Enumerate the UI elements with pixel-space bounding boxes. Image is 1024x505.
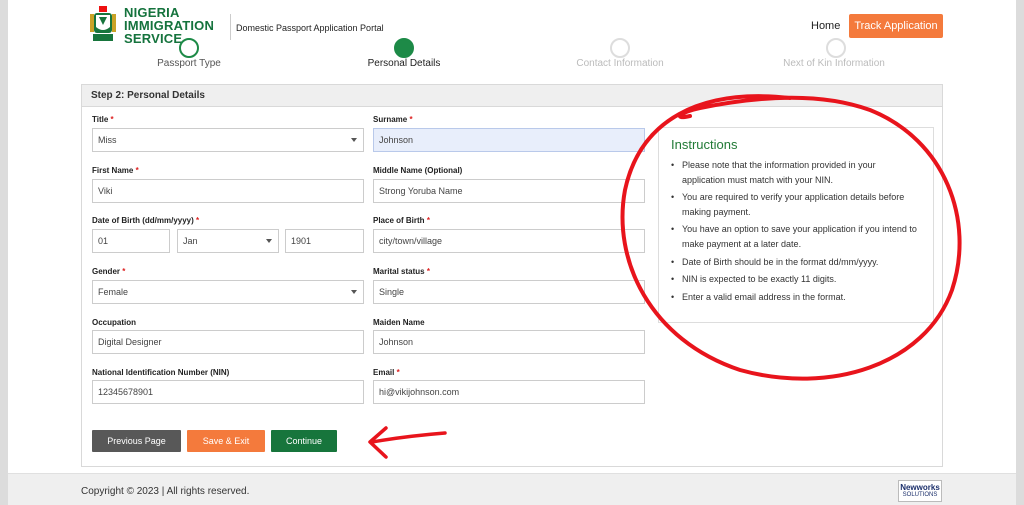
save-exit-button[interactable]: Save & Exit xyxy=(187,430,265,452)
nis-logo[interactable]: NIGERIA IMMIGRATION SERVICE xyxy=(88,4,238,46)
progress-stepper: Passport Type Personal Details Contact I… xyxy=(8,38,1016,70)
gender-label: Gender * xyxy=(92,267,126,276)
vendor-logo[interactable]: Newworks SOLUTIONS xyxy=(898,480,942,502)
step-indicator-passport-type xyxy=(179,38,199,58)
track-application-button[interactable]: Track Application xyxy=(849,14,943,38)
nin-label: National Identification Number (NIN) xyxy=(92,368,230,377)
occupation-input[interactable]: Digital Designer xyxy=(92,330,364,354)
title-select[interactable]: Miss xyxy=(92,128,364,152)
instructions-panel: Instructions Please note that the inform… xyxy=(658,127,934,323)
middle-name-input[interactable]: Strong Yoruba Name xyxy=(373,179,645,203)
step-indicator-personal-details xyxy=(394,38,414,58)
chevron-down-icon xyxy=(351,290,357,294)
dob-month-select[interactable]: Jan xyxy=(177,229,279,253)
header-divider xyxy=(230,14,231,40)
email-input[interactable]: hi@vikijohnson.com xyxy=(373,380,645,404)
site-footer: Copyright © 2023 | All rights reserved. … xyxy=(8,473,1016,505)
step-next-of-kin[interactable]: Next of Kin Information xyxy=(764,58,904,69)
first-name-label: First Name * xyxy=(92,166,139,175)
step-indicator-next-of-kin xyxy=(826,38,846,58)
instruction-item: NIN is expected to be exactly 11 digits. xyxy=(671,272,921,287)
marital-status-select[interactable]: Single xyxy=(373,280,645,304)
place-of-birth-label: Place of Birth * xyxy=(373,216,430,225)
surname-label: Surname * xyxy=(373,115,413,124)
personal-details-card: Step 2: Personal Details Title * Miss Su… xyxy=(81,84,943,467)
title-label: Title * xyxy=(92,115,114,124)
maiden-name-input[interactable]: Johnson xyxy=(373,330,645,354)
first-name-input[interactable]: Viki xyxy=(92,179,364,203)
occupation-label: Occupation xyxy=(92,318,137,327)
middle-name-label: Middle Name (Optional) xyxy=(373,166,463,175)
instruction-item: Date of Birth should be in the format dd… xyxy=(671,255,921,270)
instruction-item: Please note that the information provide… xyxy=(671,158,921,187)
logo-line-3: SERVICE xyxy=(124,30,183,46)
window-frame-right xyxy=(1016,0,1024,505)
vendor-name: Newworks xyxy=(900,483,940,492)
gender-select[interactable]: Female xyxy=(92,280,364,304)
maiden-name-label: Maiden Name xyxy=(373,318,425,327)
instruction-item: You have an option to save your applicat… xyxy=(671,222,921,251)
coat-of-arms-icon xyxy=(88,5,118,45)
email-label: Email * xyxy=(373,368,400,377)
nin-input[interactable]: 12345678901 xyxy=(92,380,364,404)
instructions-list: Please note that the information provide… xyxy=(671,158,921,304)
dob-label: Date of Birth (dd/mm/yyyy) * xyxy=(92,216,200,225)
chevron-down-icon xyxy=(351,138,357,142)
surname-input[interactable]: Johnson xyxy=(373,128,645,152)
logo-line-1: NIGERIA xyxy=(124,4,180,20)
card-title: Step 2: Personal Details xyxy=(82,85,942,107)
marital-status-label: Marital status * xyxy=(373,267,430,276)
dob-day-input[interactable]: 01 xyxy=(92,229,170,253)
instruction-item: You are required to verify your applicat… xyxy=(671,190,921,219)
window-frame-left xyxy=(0,0,8,505)
portal-title: Domestic Passport Application Portal xyxy=(236,23,384,33)
step-passport-type[interactable]: Passport Type xyxy=(119,58,259,69)
continue-button[interactable]: Continue xyxy=(271,430,337,452)
place-of-birth-input[interactable]: city/town/village xyxy=(373,229,645,253)
step-personal-details[interactable]: Personal Details xyxy=(334,58,474,69)
chevron-down-icon xyxy=(266,239,272,243)
dob-year-input[interactable]: 1901 xyxy=(285,229,364,253)
instructions-title: Instructions xyxy=(671,137,738,152)
step-indicator-contact-info xyxy=(610,38,630,58)
logo-line-2: IMMIGRATION xyxy=(124,17,215,33)
copyright-text: Copyright © 2023 | All rights reserved. xyxy=(81,486,250,497)
step-contact-information[interactable]: Contact Information xyxy=(550,58,690,69)
instruction-item: Enter a valid email address in the forma… xyxy=(671,290,921,305)
previous-page-button[interactable]: Previous Page xyxy=(92,430,181,452)
site-header: NIGERIA IMMIGRATION SERVICE Domestic Pas… xyxy=(8,0,1016,50)
home-link[interactable]: Home xyxy=(811,20,840,32)
vendor-tagline: SOLUTIONS xyxy=(902,492,938,498)
